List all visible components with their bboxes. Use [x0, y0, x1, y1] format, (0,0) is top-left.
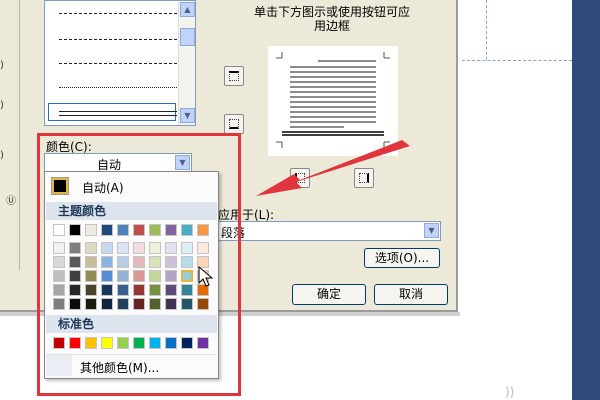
cancel-button[interactable]: 取消: [374, 284, 448, 305]
scroll-down-icon[interactable]: ▼: [180, 108, 195, 123]
line-style-dash-dot[interactable]: [59, 63, 177, 64]
right-border-button[interactable]: [354, 168, 374, 188]
top-border-button[interactable]: [224, 66, 244, 86]
options-button[interactable]: 选项(O)...: [364, 248, 440, 268]
ok-button[interactable]: 确定: [292, 284, 366, 305]
chevron-down-icon[interactable]: ▼: [424, 223, 439, 238]
scroll-up-icon[interactable]: ▲: [180, 2, 195, 17]
setting-option-mark[interactable]: Ⓤ: [6, 192, 16, 207]
setting-option-mark[interactable]: ): [0, 150, 4, 161]
line-style-dashed-long[interactable]: [59, 39, 177, 40]
line-style-scrollbar[interactable]: ▲ ▼: [178, 1, 195, 125]
setting-option-mark[interactable]: ): [0, 60, 4, 71]
left-border-button[interactable]: [290, 168, 310, 188]
line-style-dashed[interactable]: [59, 13, 177, 14]
line-style-double[interactable]: [59, 111, 177, 112]
preview-hint: 单击下方图示或使用按钮可应用边框: [253, 5, 410, 33]
highlight-frame: [37, 133, 241, 396]
setting-column: ) ) ) Ⓤ: [0, 0, 20, 270]
line-style-selected[interactable]: [48, 103, 176, 121]
setting-option-mark[interactable]: ): [0, 100, 4, 111]
preview-drawing: [276, 52, 390, 148]
line-style-double-second: [59, 115, 177, 116]
bottom-border-button[interactable]: [224, 114, 244, 134]
border-preview[interactable]: [268, 46, 398, 156]
scroll-thumb[interactable]: [180, 28, 195, 46]
line-style-list[interactable]: ▲ ▼: [44, 0, 196, 126]
line-style-dash-dot-dot[interactable]: [59, 87, 177, 88]
apply-to-dropdown[interactable]: 段落 ▼: [216, 221, 441, 241]
window-edge: [572, 0, 600, 400]
mouse-cursor-icon: [198, 266, 214, 287]
page-margin-guide-vertical: [486, 0, 487, 60]
page-margin-guide: [462, 60, 572, 61]
paragraph-glyph-icon: )): [505, 385, 515, 399]
